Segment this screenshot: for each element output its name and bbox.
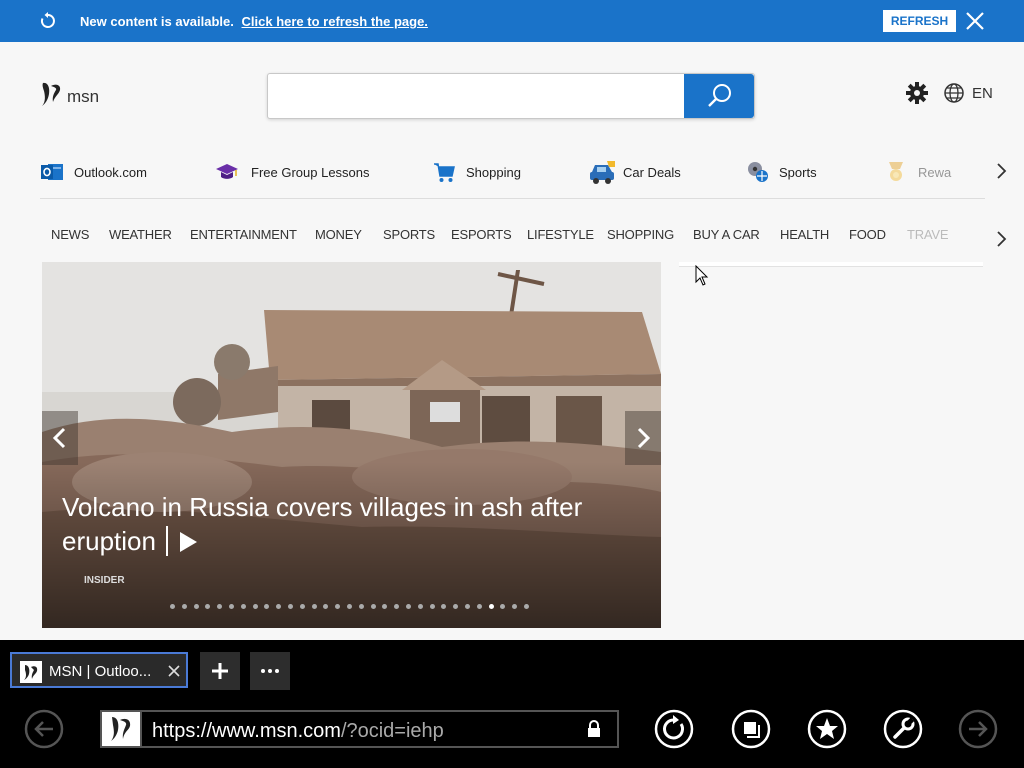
nav-entertainment[interactable]: ENTERTAINMENT — [190, 227, 297, 242]
carousel-dot[interactable] — [181, 604, 187, 609]
carousel-dot[interactable] — [299, 604, 305, 609]
carousel-dot[interactable] — [347, 604, 352, 609]
search-input[interactable] — [278, 82, 682, 110]
carousel-dot[interactable] — [488, 604, 494, 609]
carousel-dot[interactable] — [370, 604, 376, 609]
carousel-dot[interactable] — [524, 604, 529, 609]
site-favicon — [102, 712, 142, 746]
more-dots-icon — [261, 669, 279, 673]
refresh-icon[interactable] — [654, 709, 694, 749]
address-bar[interactable]: https://www.msn.com/?ocid=iehp — [100, 710, 619, 748]
carousel-next-button[interactable] — [625, 411, 661, 465]
carousel-dot[interactable] — [465, 604, 470, 609]
quick-links-next-chevron-icon[interactable] — [994, 160, 1010, 182]
nav-money[interactable]: MONEY — [315, 227, 362, 242]
nav-shopping[interactable]: SHOPPING — [607, 227, 674, 242]
close-tab-icon[interactable] — [167, 664, 181, 678]
nav-food[interactable]: FOOD — [849, 227, 886, 242]
nav-weather[interactable]: WEATHER — [109, 227, 172, 242]
tools-wrench-icon[interactable] — [883, 709, 923, 749]
headline-separator — [165, 526, 168, 556]
notification-message: New content is available. Click here to … — [80, 14, 428, 29]
hero-source: INSIDER — [84, 575, 125, 586]
msn-favicon-icon — [20, 661, 42, 683]
shopping-cart-icon — [434, 163, 455, 182]
search-button[interactable] — [684, 74, 754, 118]
language-code: EN — [972, 85, 993, 102]
lock-icon — [588, 720, 600, 737]
tab-options-button[interactable] — [250, 652, 290, 690]
carousel-dot[interactable] — [288, 604, 293, 609]
notification-bar: New content is available. Click here to … — [0, 0, 1024, 42]
carousel-dot[interactable] — [170, 604, 175, 609]
plus-icon — [212, 663, 228, 679]
outlook-icon — [41, 164, 63, 180]
nav-travel[interactable]: TRAVE — [907, 227, 949, 242]
carousel-dot[interactable] — [311, 604, 317, 609]
msn-butterfly-icon — [111, 717, 131, 741]
favorites-star-icon[interactable] — [807, 709, 847, 749]
refresh-button[interactable]: REFRESH — [883, 10, 956, 32]
hero-headline[interactable]: Volcano in Russia covers villages in ash… — [62, 490, 622, 558]
globe-icon — [944, 83, 964, 103]
carousel-dot[interactable] — [252, 604, 258, 609]
refresh-page-link[interactable]: Click here to refresh the page. — [242, 14, 428, 29]
back-button-icon[interactable] — [24, 709, 64, 749]
chevron-right-icon — [637, 427, 651, 449]
sports-ball-icon — [748, 162, 768, 182]
carousel-dot[interactable] — [476, 604, 482, 609]
graduation-cap-icon — [216, 164, 238, 179]
search-box — [267, 73, 755, 119]
hero-carousel[interactable]: Volcano in Russia covers villages in ash… — [42, 262, 661, 628]
carousel-dot[interactable] — [429, 604, 435, 609]
category-nav: NEWS WEATHER ENTERTAINMENT MONEY SPORTS … — [40, 222, 960, 248]
nav-news[interactable]: NEWS — [51, 227, 89, 242]
new-tab-button[interactable] — [200, 652, 240, 690]
nav-esports[interactable]: ESPORTS — [451, 227, 512, 242]
rewards-medal-icon — [889, 162, 903, 181]
nav-lifestyle[interactable]: LIFESTYLE — [527, 227, 594, 242]
carousel-dot[interactable] — [193, 604, 199, 609]
forward-button-icon[interactable] — [958, 709, 998, 749]
chevron-left-icon — [52, 427, 66, 449]
quick-links: Outlook.com Free Group Lessons Shopping … — [40, 152, 980, 192]
gear-icon[interactable] — [905, 81, 929, 105]
tab-title: MSN | Outloo... — [49, 663, 152, 680]
carousel-dot[interactable] — [406, 604, 411, 609]
nav-sports[interactable]: SPORTS — [383, 227, 435, 242]
hero-headline-text: Volcano in Russia covers villages in ash… — [62, 492, 583, 556]
carousel-dot[interactable] — [358, 604, 364, 609]
msn-butterfly-icon — [42, 82, 61, 106]
close-icon[interactable] — [964, 10, 986, 32]
nav-buy-a-car[interactable]: BUY A CAR — [693, 227, 760, 242]
search-icon — [708, 84, 731, 107]
mouse-cursor-icon — [695, 265, 709, 286]
carousel-prev-button[interactable] — [42, 411, 78, 465]
browser-tab[interactable]: MSN | Outloo... — [10, 652, 188, 688]
right-card — [679, 262, 983, 267]
nav-health[interactable]: HEALTH — [780, 227, 829, 242]
url-text: https://www.msn.com/?ocid=iehp — [152, 720, 444, 742]
car-icon — [590, 161, 615, 184]
tabs-icon[interactable] — [731, 709, 771, 749]
nav-next-chevron-icon[interactable] — [994, 228, 1010, 250]
carousel-dot[interactable] — [229, 604, 234, 609]
logo-text: msn — [67, 87, 100, 106]
carousel-dot[interactable] — [240, 604, 246, 609]
divider — [40, 198, 985, 199]
play-icon[interactable] — [178, 531, 198, 553]
carousel-dot[interactable] — [417, 604, 423, 609]
refresh-icon[interactable] — [38, 11, 58, 31]
